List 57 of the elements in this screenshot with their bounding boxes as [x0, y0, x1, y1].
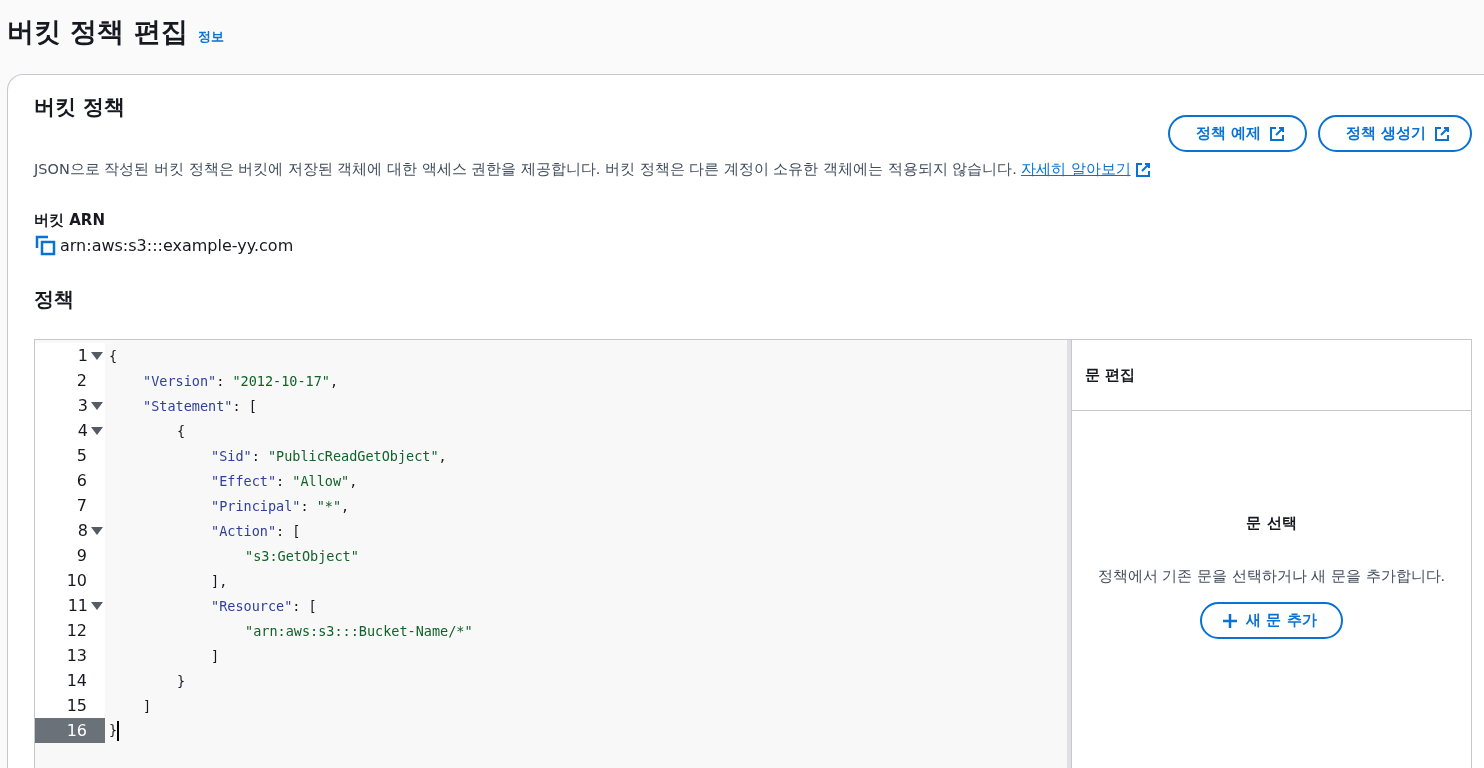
line-number: 16	[35, 718, 105, 743]
fold-caret-icon[interactable]	[91, 600, 103, 611]
fold-caret-icon[interactable]	[91, 350, 103, 361]
page-title: 버킷 정책 편집	[7, 15, 188, 49]
info-link[interactable]: 정보	[197, 28, 224, 46]
code-line: "Version": "2012-10-17",	[142, 372, 339, 389]
code-line: {	[108, 347, 118, 364]
arn-label: 버킷 ARN	[34, 211, 106, 230]
code-line: "Sid": "PublicReadGetObject",	[210, 447, 447, 464]
policy-label: 정책	[34, 286, 75, 313]
code-line: {	[176, 422, 186, 439]
line-number: 7	[35, 493, 105, 518]
empty-text: 정책에서 기존 문을 선택하거나 새 문을 추가합니다.	[1097, 567, 1446, 586]
line-number: 12	[35, 618, 105, 643]
description-text: JSON으로 작성된 버킷 정책은 버킷에 저장된 객체에 대한 액세스 권한을 제공합니다. 버킷 정책은 다른 계정이 소유한 객체에는 적용되지 않습니다.	[34, 160, 1017, 179]
external-link-button[interactable]: 정책 예제	[1167, 115, 1307, 152]
code-line: "s3:GetObject"	[244, 547, 359, 564]
external-link-icon	[1268, 125, 1285, 142]
fold-caret-icon[interactable]	[91, 525, 103, 536]
copy-icon[interactable]	[34, 234, 56, 256]
code-line: "Effect": "Allow",	[210, 472, 358, 489]
code-line: }	[105, 720, 120, 741]
plus-icon	[1222, 612, 1239, 629]
fold-caret-icon[interactable]	[91, 400, 103, 411]
empty-title: 문 선택	[1246, 514, 1297, 533]
code-line: "Action": [	[210, 522, 301, 539]
fold-caret-icon[interactable]	[91, 425, 103, 436]
line-number: 3	[35, 393, 105, 418]
external-link-icon	[1434, 125, 1450, 142]
arn-value: arn:aws:s3:::example-yy.com	[60, 235, 294, 255]
code-line: "Resource": [	[210, 597, 317, 614]
code-line: ],	[210, 572, 228, 589]
code-line: ]	[210, 647, 220, 664]
line-number: 15	[35, 693, 105, 718]
code-line: ]	[142, 697, 152, 714]
section-title: 버킷 정책	[34, 94, 126, 121]
line-number: 14	[35, 668, 105, 693]
line-number: 2	[35, 368, 105, 393]
line-number: 11	[35, 593, 105, 618]
line-number: 4	[35, 418, 105, 443]
code-line: "Statement": [	[142, 397, 257, 414]
line-number: 6	[35, 468, 105, 493]
panel-title: 문 편집	[1072, 340, 1471, 411]
line-number: 9	[35, 543, 105, 568]
code-line: }	[176, 672, 186, 689]
external-link-icon	[1134, 161, 1151, 178]
line-number: 5	[35, 443, 105, 468]
learn-more-link[interactable]: 자세히 알아보기	[1020, 160, 1131, 179]
code-line: "Principal": "*",	[210, 497, 350, 514]
line-number: 10	[35, 568, 105, 593]
line-number: 1	[35, 343, 105, 368]
code-line: "arn:aws:s3:::Bucket-Name/*"	[244, 622, 473, 639]
external-link-button[interactable]: 정책 생성기	[1317, 115, 1472, 152]
line-number: 13	[35, 643, 105, 668]
line-number: 8	[35, 518, 105, 543]
text-cursor	[117, 720, 120, 741]
add-statement-button[interactable]: 새 문 추가	[1200, 602, 1343, 639]
